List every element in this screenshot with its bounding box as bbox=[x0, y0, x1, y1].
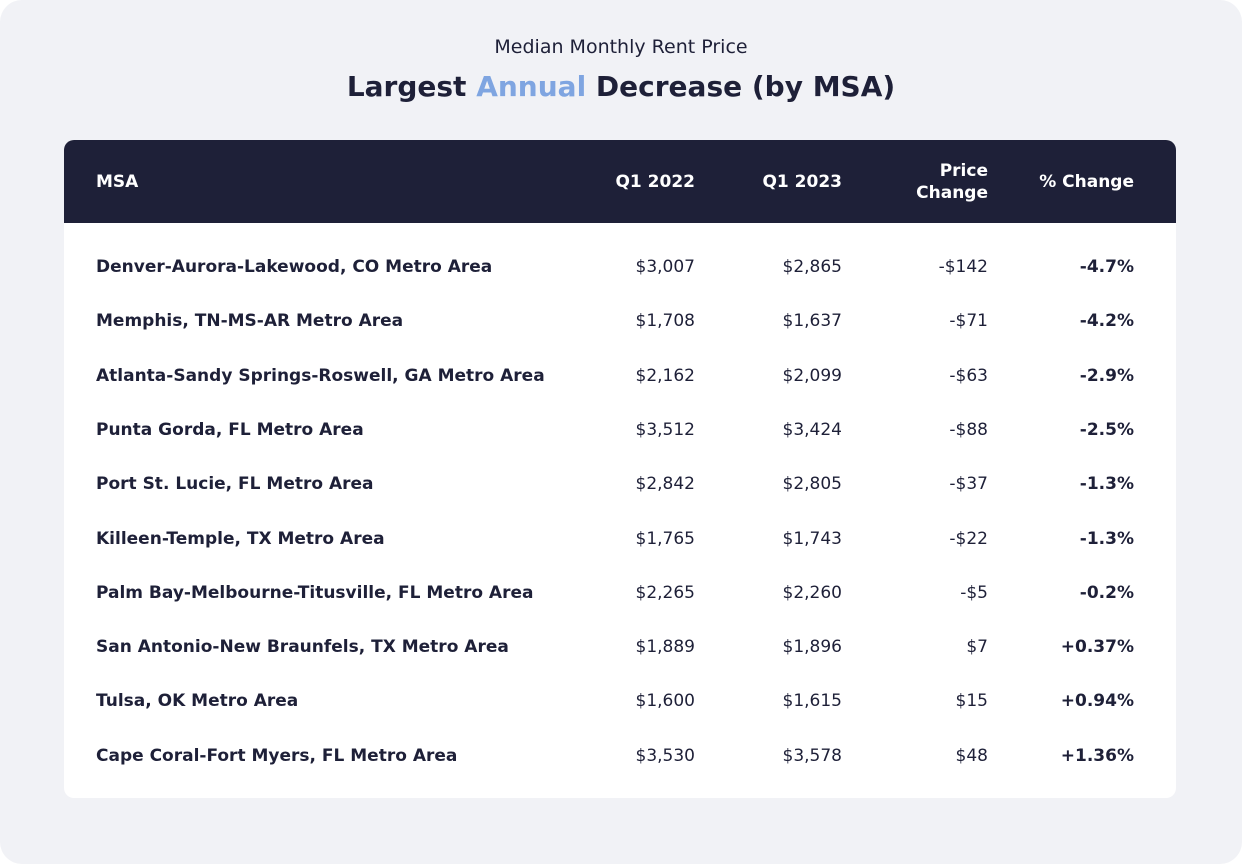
cell-price-change: -$63 bbox=[949, 365, 988, 386]
cell-q1-2022: $1,600 bbox=[635, 691, 695, 712]
cell-q1-2023: $1,615 bbox=[782, 691, 842, 712]
cell-q1-2023: $2,099 bbox=[782, 365, 842, 386]
cell-percent-change: -4.7% bbox=[1079, 257, 1134, 277]
cell-percent-change: -0.2% bbox=[1079, 582, 1134, 603]
cell-q1-2022: $1,889 bbox=[635, 637, 695, 658]
cell-price-change: -$71 bbox=[949, 311, 988, 332]
table-row: Cape Coral-Fort Myers, FL Metro Area $3,5… bbox=[64, 729, 1176, 783]
cell-q1-2022: $2,842 bbox=[635, 474, 695, 495]
cell-q1-2023: $2,260 bbox=[782, 582, 842, 603]
table-row: Killeen-Temple, TX Metro Area $1,765 $1,74… bbox=[64, 512, 1176, 566]
cell-percent-change: -1.3% bbox=[1079, 474, 1134, 495]
cell-q1-2023: $2,805 bbox=[782, 474, 842, 495]
cell-price-change: $7 bbox=[966, 637, 988, 658]
title-highlight: Annual bbox=[476, 70, 587, 103]
cell-msa: Memphis, TN-MS-AR Metro Area bbox=[96, 311, 404, 332]
cell-q1-2023: $2,865 bbox=[782, 257, 842, 277]
cell-msa: Punta Gorda, FL Metro Area bbox=[96, 419, 364, 440]
cell-msa: Denver-Aurora-Lakewood, CO Metro Area bbox=[96, 257, 493, 277]
cell-q1-2023: $3,424 bbox=[782, 419, 842, 440]
cell-msa: Atlanta-Sandy Springs-Roswell, GA Metro … bbox=[96, 365, 545, 386]
cell-percent-change: -2.9% bbox=[1079, 365, 1134, 386]
cell-msa: Palm Bay-Melbourne-Titusville, FL Metro … bbox=[96, 582, 534, 603]
cell-msa: Tulsa, OK Metro Area bbox=[96, 691, 299, 712]
infographic-background: Median Monthly Rent Price Largest Annual… bbox=[0, 0, 1242, 864]
cell-percent-change: -4.2% bbox=[1079, 311, 1134, 332]
cell-q1-2022: $1,708 bbox=[635, 311, 695, 332]
cell-price-change: $15 bbox=[955, 691, 988, 712]
header-percent-change: % Change bbox=[1039, 171, 1134, 192]
cell-percent-change: +0.37% bbox=[1060, 637, 1134, 658]
table-row: Punta Gorda, FL Metro Area $3,512 $3,424 -$… bbox=[64, 403, 1176, 457]
cell-q1-2022: $2,265 bbox=[635, 582, 695, 603]
table-row: Atlanta-Sandy Springs-Roswell, GA Metro … bbox=[64, 349, 1176, 403]
header-price-change: Price Change bbox=[916, 160, 988, 203]
cell-msa: Cape Coral-Fort Myers, FL Metro Area bbox=[96, 745, 458, 766]
cell-msa: San Antonio-New Braunfels, TX Metro Area bbox=[96, 637, 509, 658]
cell-price-change: -$37 bbox=[949, 474, 988, 495]
table-row: Tulsa, OK Metro Area $1,600 $1,615 $15 +0.94… bbox=[64, 674, 1176, 728]
cell-q1-2023: $1,743 bbox=[782, 528, 842, 549]
cell-q1-2022: $2,162 bbox=[635, 365, 695, 386]
subtitle: Median Monthly Rent Price bbox=[494, 36, 748, 58]
title: Largest Annual Decrease (by MSA) bbox=[0, 70, 1242, 103]
cell-percent-change: -1.3% bbox=[1079, 528, 1134, 549]
cell-q1-2022: $3,007 bbox=[635, 257, 695, 277]
header-msa: MSA bbox=[96, 171, 139, 192]
cell-q1-2023: $1,896 bbox=[782, 637, 842, 658]
table-row: Palm Bay-Melbourne-Titusville, FL Metro … bbox=[64, 566, 1176, 620]
cell-q1-2022: $1,765 bbox=[635, 528, 695, 549]
cell-percent-change: +1.36% bbox=[1060, 745, 1134, 766]
cell-msa: Killeen-Temple, TX Metro Area bbox=[96, 528, 385, 549]
cell-price-change: -$22 bbox=[949, 528, 988, 549]
title-post: Decrease (by MSA) bbox=[586, 70, 896, 103]
header-q1-2023: Q1 2023 bbox=[762, 171, 842, 192]
title-pre: Largest bbox=[346, 70, 477, 103]
table-header: MSA Q1 2022 Q1 2023 Price Change % Chang… bbox=[64, 140, 1176, 223]
table-row: Port St. Lucie, FL Metro Area $2,842 $2,80… bbox=[64, 457, 1176, 511]
cell-q1-2022: $3,530 bbox=[635, 745, 695, 766]
cell-price-change: -$5 bbox=[960, 582, 988, 603]
table-row: San Antonio-New Braunfels, TX Metro Area… bbox=[64, 620, 1176, 674]
cell-price-change: $48 bbox=[955, 745, 988, 766]
cell-percent-change: -2.5% bbox=[1079, 419, 1134, 440]
table-row: Denver-Aurora-Lakewood, CO Metro Area $3,… bbox=[64, 240, 1176, 294]
cell-q1-2023: $3,578 bbox=[782, 745, 842, 766]
cell-price-change: -$142 bbox=[938, 257, 988, 277]
header-q1-2022: Q1 2022 bbox=[615, 171, 695, 192]
cell-msa: Port St. Lucie, FL Metro Area bbox=[96, 474, 374, 495]
cell-q1-2023: $1,637 bbox=[782, 311, 842, 332]
table-row: Memphis, TN-MS-AR Metro Area $1,708 $1,637… bbox=[64, 294, 1176, 348]
cell-percent-change: +0.94% bbox=[1060, 691, 1134, 712]
cell-q1-2022: $3,512 bbox=[635, 419, 695, 440]
cell-price-change: -$88 bbox=[949, 419, 988, 440]
table-card: MSA Q1 2022 Q1 2023 Price Change % Chang… bbox=[64, 140, 1176, 798]
